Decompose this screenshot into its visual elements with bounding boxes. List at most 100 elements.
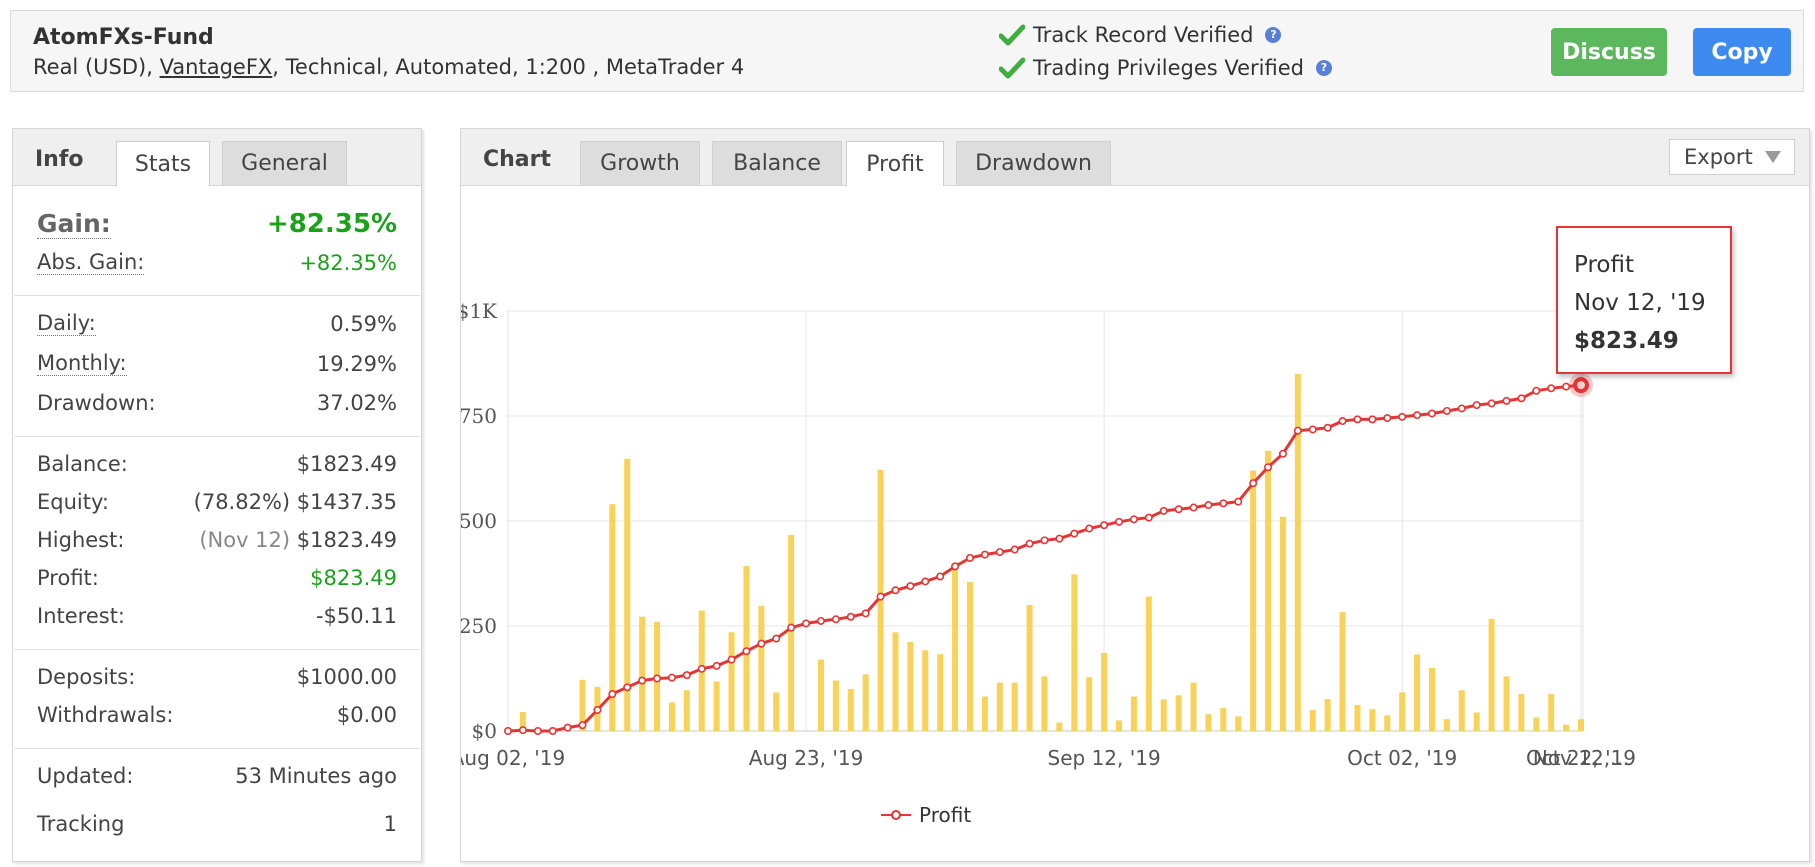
- profit-bar: [937, 654, 944, 731]
- profit-point: [533, 726, 542, 735]
- abs-gain-value: +82.35%: [299, 250, 397, 275]
- highest-row: Highest: (Nov 12) $1823.49: [37, 528, 397, 552]
- x-tick-label: Sep 12, '19: [1048, 746, 1161, 770]
- gain-label[interactable]: Gain:: [37, 209, 111, 239]
- chart-panel: Chart Growth Balance Profit Drawdown Exp…: [460, 128, 1810, 862]
- profit-point: [712, 661, 721, 670]
- y-tick-label: $1K: [461, 299, 498, 323]
- profit-bar: [1414, 654, 1421, 731]
- check-icon: [999, 57, 1025, 79]
- chart-panel-title: Chart: [483, 147, 552, 172]
- profit-point: [995, 548, 1004, 557]
- profit-label: Profit:: [37, 566, 99, 590]
- interest-value: -$50.11: [315, 604, 397, 628]
- profit-bar: [1130, 696, 1137, 731]
- tracking-row: Tracking 1: [37, 812, 397, 836]
- help-icon[interactable]: ?: [1265, 27, 1282, 43]
- profit-bar: [639, 616, 646, 731]
- check-icon: [999, 24, 1025, 46]
- tab-stats[interactable]: Stats: [116, 141, 210, 186]
- divider: [14, 295, 420, 296]
- profit-point: [682, 671, 691, 680]
- gain-row: Gain: +82.35%: [37, 209, 397, 239]
- profit-point: [1457, 404, 1466, 413]
- tab-balance[interactable]: Balance: [712, 141, 842, 185]
- info-tab-bar: Info Stats General: [13, 129, 421, 186]
- divider: [14, 436, 420, 437]
- profit-point: [563, 723, 572, 732]
- drawdown-row: Drawdown: 37.02%: [37, 391, 397, 415]
- profit-bar: [728, 632, 735, 731]
- profit-bar: [1041, 676, 1048, 731]
- profit-point: [802, 619, 811, 628]
- chart-tooltip: Profit Nov 12, '19 $823.49: [1556, 226, 1732, 374]
- profit-bar: [1265, 450, 1272, 731]
- tab-growth[interactable]: Growth: [580, 141, 700, 185]
- profit-bar: [1563, 724, 1570, 731]
- monthly-label[interactable]: Monthly:: [37, 351, 127, 376]
- profit-bar: [1324, 699, 1331, 731]
- profit-point: [1413, 411, 1422, 420]
- profit-point: [787, 623, 796, 632]
- equity-label: Equity:: [37, 490, 109, 514]
- profit-point: [1547, 384, 1556, 393]
- chart-tab-bar: Chart Growth Balance Profit Drawdown: [461, 129, 1809, 186]
- discuss-button[interactable]: Discuss: [1551, 28, 1667, 76]
- profit-bar: [1488, 618, 1495, 731]
- profit-point: [1532, 386, 1541, 395]
- track-record-verified: Track Record Verified ?: [999, 23, 1282, 47]
- profit-point: [757, 639, 766, 648]
- profit-bar: [1339, 612, 1346, 731]
- broker-link[interactable]: VantageFX: [160, 55, 273, 79]
- deposits-row: Deposits: $1000.00: [37, 665, 397, 689]
- x-tick-label: Aug 23, '19: [749, 746, 864, 770]
- copy-button[interactable]: Copy: [1693, 28, 1791, 76]
- tab-general[interactable]: General: [222, 141, 347, 185]
- tooltip-title: Profit: [1574, 252, 1634, 278]
- profit-point: [891, 586, 900, 595]
- profit-point: [831, 615, 840, 624]
- profit-point: [1070, 529, 1079, 538]
- tab-profit[interactable]: Profit: [846, 141, 944, 186]
- highest-date: (Nov 12): [199, 528, 291, 552]
- updated-row: Updated: 53 Minutes ago: [37, 764, 397, 788]
- abs-gain-label[interactable]: Abs. Gain:: [37, 250, 145, 275]
- drawdown-value: 37.02%: [316, 391, 397, 415]
- profit-point: [1085, 524, 1094, 533]
- profit-point: [816, 616, 825, 625]
- profit-row: Profit: $823.49: [37, 566, 397, 590]
- profit-point: [772, 634, 781, 643]
- profit-point: [965, 553, 974, 562]
- trading-privileges-label: Trading Privileges Verified: [1033, 56, 1304, 80]
- profit-point: [1293, 426, 1302, 435]
- equity-row: Equity: (78.82%) $1437.35: [37, 490, 397, 514]
- drawdown-label: Drawdown:: [37, 391, 156, 415]
- tab-drawdown[interactable]: Drawdown: [956, 141, 1111, 185]
- profit-bar: [683, 690, 690, 731]
- profit-point: [623, 683, 632, 692]
- monthly-row: Monthly: 19.29%: [37, 351, 397, 376]
- help-icon[interactable]: ?: [1315, 60, 1332, 76]
- updated-label: Updated:: [37, 764, 134, 788]
- profit-bar: [1116, 720, 1123, 731]
- deposits-value: $1000.00: [296, 665, 397, 689]
- profit-bar: [1428, 668, 1435, 731]
- info-panel: Info Stats General Gain: +82.35% Abs. Ga…: [12, 128, 422, 862]
- export-dropdown[interactable]: Export: [1669, 139, 1795, 175]
- daily-label[interactable]: Daily:: [37, 311, 96, 336]
- monthly-value: 19.29%: [316, 351, 397, 376]
- y-tick-label: $0: [472, 719, 497, 743]
- trading-privileges-verified: Trading Privileges Verified ?: [999, 56, 1332, 80]
- profit-bar: [758, 605, 765, 731]
- profit-point: [1144, 513, 1153, 522]
- track-record-label: Track Record Verified: [1033, 23, 1254, 47]
- profit-point: [1234, 497, 1243, 506]
- account-subtitle: Real (USD), VantageFX, Technical, Automa…: [33, 55, 744, 79]
- profit-bar: [788, 534, 795, 731]
- profit-point: [876, 592, 885, 601]
- profit-point: [1219, 499, 1228, 508]
- profit-bar: [1145, 596, 1152, 731]
- x-tick-label: Oct 02, '19: [1347, 746, 1457, 770]
- profit-bar: [1086, 677, 1093, 731]
- profit-point: [1502, 396, 1511, 405]
